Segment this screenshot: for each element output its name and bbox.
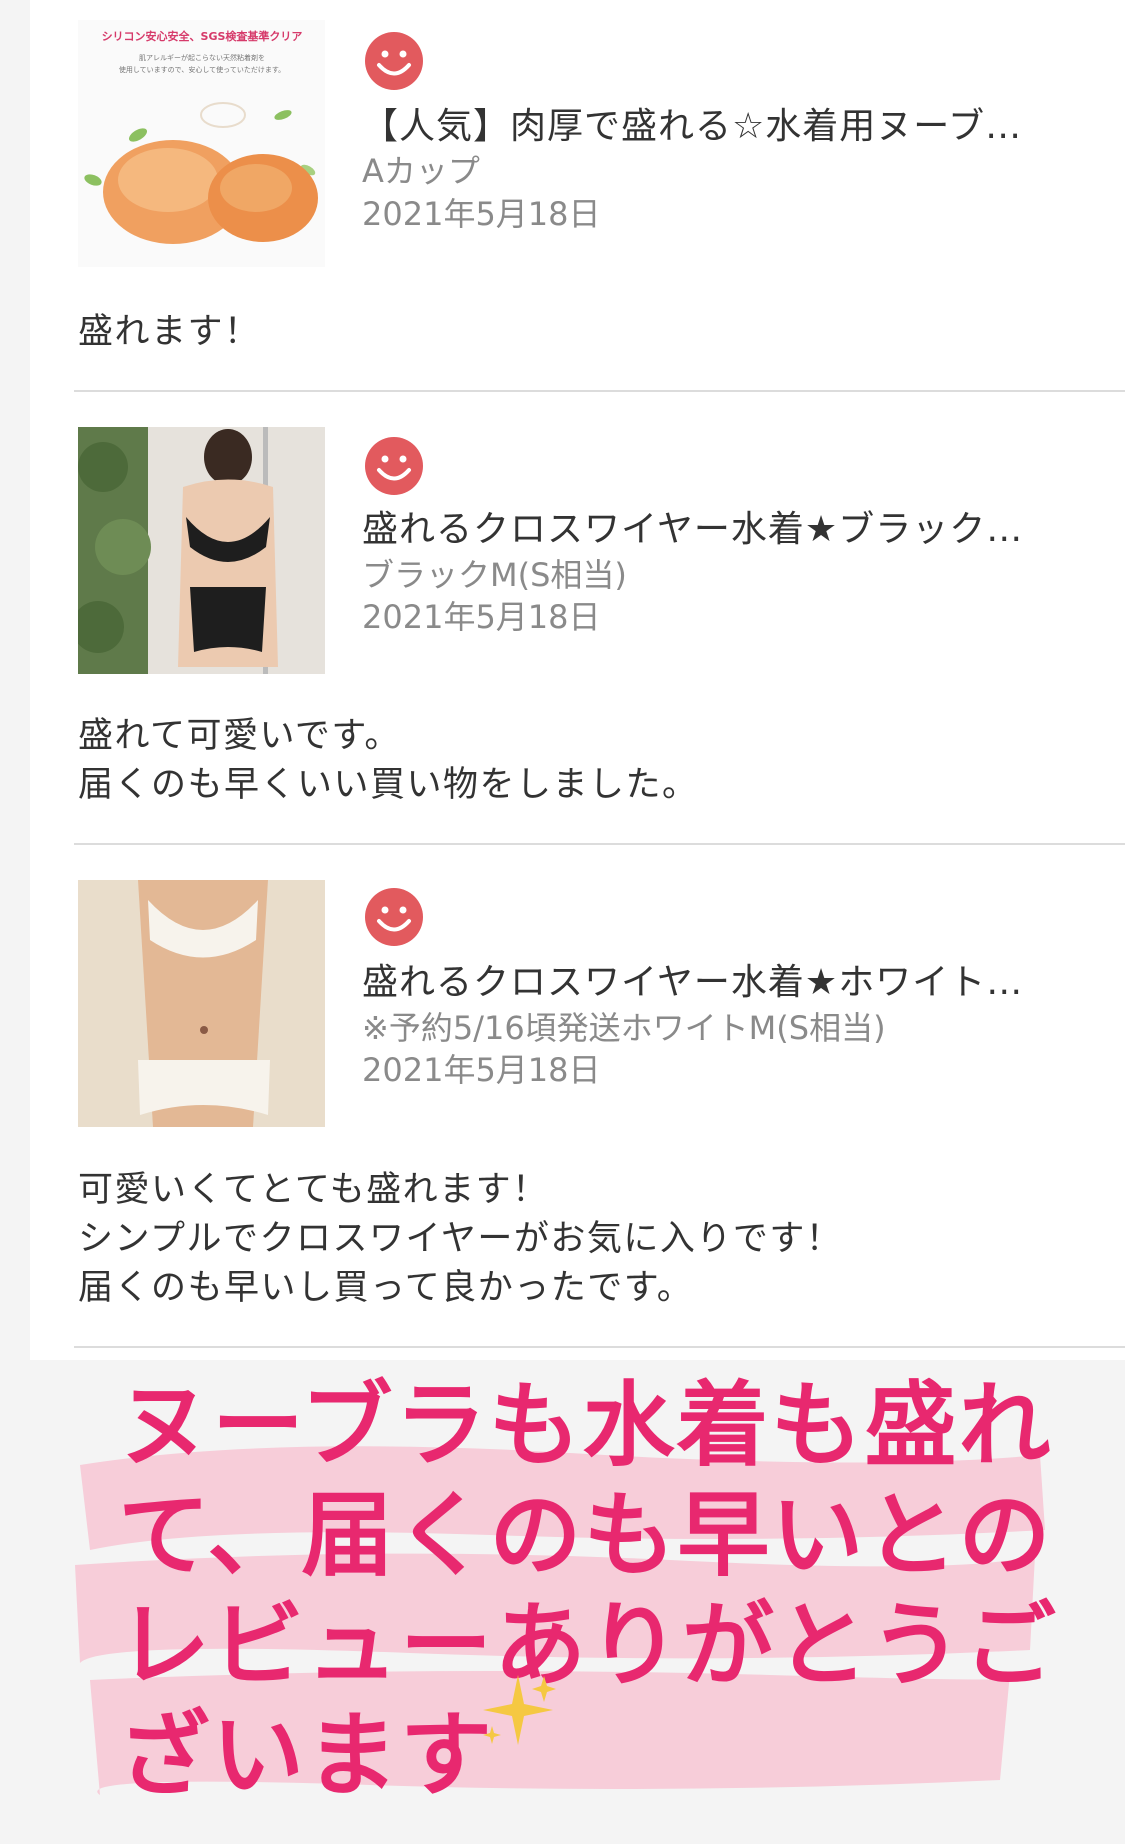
caption-line: ざいます (118, 1701, 495, 1809)
white-swimsuit-image (78, 880, 325, 1127)
product-variant: ※予約5/16頃発送ホワイトM(S相当) (362, 1009, 886, 1047)
review-list: シリコン安心安全、SGS検査基準クリア 肌アレルギーが起こらない天然粘着剤を 使… (30, 0, 1125, 1360)
review-text-line: 届くのも早いし買って良かったです。 (78, 1268, 694, 1308)
caption-line: て、届くのも早いとの (118, 1481, 1053, 1589)
caption-text: ヌーブラも水着も盛れ て、届くのも早いとの レビューありがとうご ざいます (118, 1370, 1078, 1810)
review-item[interactable]: 盛れるクロスワイヤー水着★ホワイト… ※予約5/16頃発送ホワイトM(S相当) … (30, 0, 1125, 1350)
caption-line: レビューありがとうご (118, 1591, 1059, 1699)
sparkle-icon (483, 1675, 556, 1745)
smiley-icon (365, 888, 423, 946)
caption-line: ヌーブラも水着も盛れ (118, 1371, 1053, 1479)
review-date: 2021年5月18日 (362, 1051, 601, 1089)
divider (74, 1346, 1125, 1348)
product-thumbnail-white-swimsuit[interactable] (78, 880, 325, 1127)
review-text-line: 可愛いくてとても盛れます！ (78, 1170, 549, 1210)
review-body: 可愛いくてとても盛れます！ シンプルでクロスワイヤーがお気に入りです！ 届くのも… (78, 1166, 1078, 1313)
review-text-line: シンプルでクロスワイヤーがお気に入りです！ (78, 1219, 843, 1259)
product-title[interactable]: 盛れるクロスワイヤー水着★ホワイト… (362, 953, 1102, 1005)
